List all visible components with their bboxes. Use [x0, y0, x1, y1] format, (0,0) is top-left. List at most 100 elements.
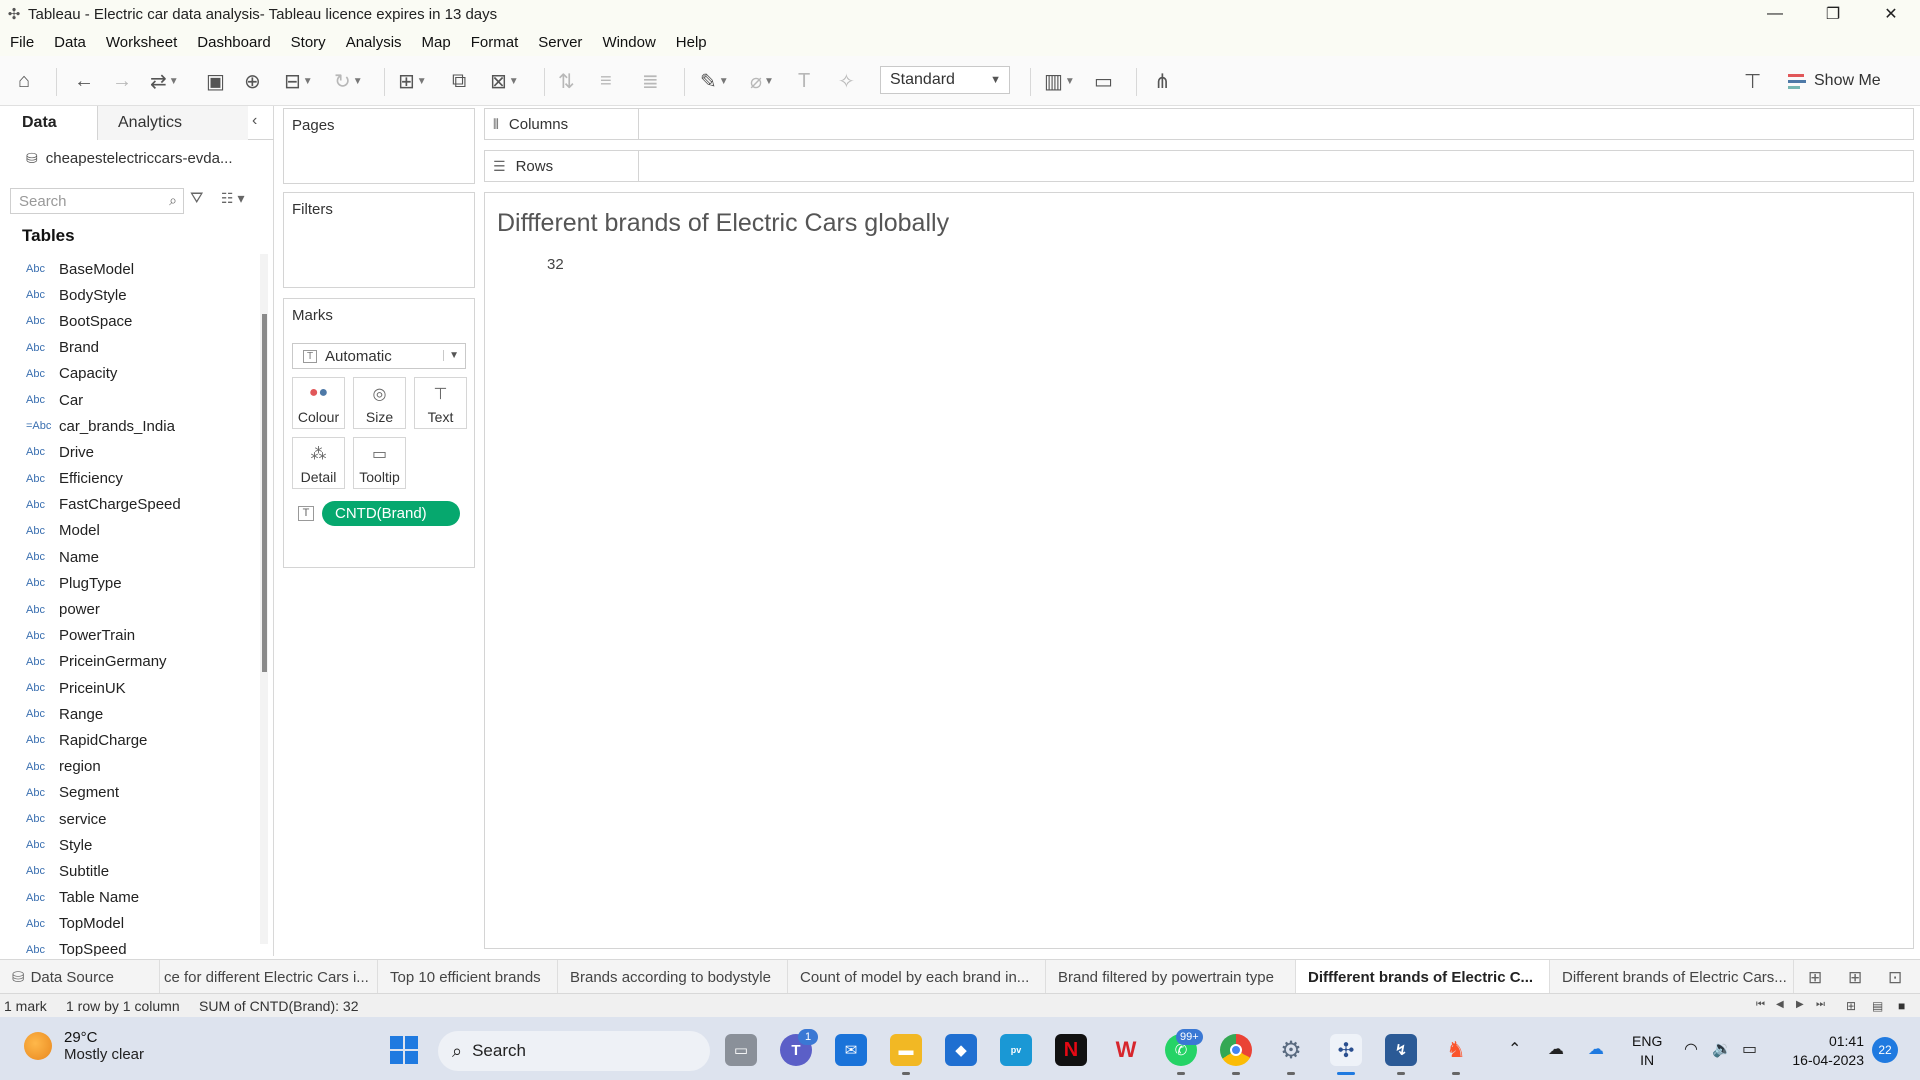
first-sheet-icon[interactable]: ⏮ — [1756, 999, 1765, 1010]
field-item[interactable]: Abc PriceinUK — [0, 675, 256, 701]
sheet-tab[interactable]: Different brands of Electric Cars... — [1550, 960, 1794, 994]
field-item[interactable]: Abc PlugType — [0, 570, 256, 596]
field-item[interactable]: Abc BodyStyle — [0, 282, 256, 308]
home-icon[interactable]: ⌂ — [18, 68, 30, 94]
sheet-title[interactable]: Diffferent brands of Electric Cars globa… — [497, 209, 949, 238]
field-item[interactable]: Abc Subtitle — [0, 858, 256, 884]
run-update-icon[interactable]: ↻ ▼ — [334, 68, 363, 94]
cloud-sync-icon[interactable]: ☁ — [1548, 1039, 1564, 1059]
file-explorer-icon[interactable]: ▬ — [890, 1034, 922, 1066]
field-item[interactable]: Abc BaseModel — [0, 256, 256, 282]
show-me-button[interactable]: Show Me — [1788, 68, 1881, 94]
new-data-source-icon[interactable]: ⊕ — [244, 68, 261, 94]
sheet-tab[interactable]: Brands according to bodystyle — [558, 960, 788, 994]
prime-video-icon[interactable]: pv — [1000, 1034, 1032, 1066]
netflix-icon[interactable]: N — [1055, 1034, 1087, 1066]
undo-icon[interactable]: ← — [74, 68, 94, 94]
menu-worksheet[interactable]: Worksheet — [106, 34, 177, 51]
mark-type-dropdown[interactable]: T Automatic ▼ — [292, 343, 466, 369]
taskbar-search[interactable]: ⌕ Search — [438, 1031, 710, 1071]
pages-card[interactable]: Pages — [283, 108, 475, 184]
field-item[interactable]: Abc Table Name — [0, 885, 256, 911]
show-mark-labels-icon[interactable]: T — [798, 68, 810, 94]
pause-updates-icon[interactable]: ⊟ ▼ — [284, 68, 313, 94]
field-item[interactable]: Abc Drive — [0, 439, 256, 465]
show-tabs-icon[interactable]: ⊞ — [1846, 999, 1856, 1013]
menu-help[interactable]: Help — [676, 34, 707, 51]
field-item[interactable]: Abc Range — [0, 701, 256, 727]
fit-dropdown[interactable]: Standard ▼ — [880, 66, 1010, 94]
columns-shelf[interactable]: ⫴ Columns — [484, 108, 1914, 140]
field-item[interactable]: Abc power — [0, 596, 256, 622]
minimize-button[interactable]: — — [1746, 0, 1804, 28]
new-worksheet-icon[interactable]: ⊞ ▼ — [398, 68, 427, 94]
field-item[interactable]: Abc service — [0, 806, 256, 832]
data-source-item[interactable]: ⛁ cheapestelectriccars-evda... — [26, 150, 233, 167]
sheet-tab[interactable]: Top 10 efficient brands — [378, 960, 558, 994]
share-icon[interactable]: ⋔ — [1154, 68, 1171, 94]
tableau-prep-icon[interactable]: ↯ — [1385, 1034, 1417, 1066]
start-button[interactable] — [390, 1036, 418, 1064]
field-item[interactable]: Abc TopSpeed — [0, 937, 256, 956]
rows-shelf[interactable]: ☰ Rows — [484, 150, 1914, 182]
fix-axes-icon[interactable]: ✧ — [838, 68, 855, 94]
worksheet-view[interactable]: Diffferent brands of Electric Cars globa… — [484, 192, 1914, 949]
field-item[interactable]: Abc region — [0, 754, 256, 780]
clock[interactable]: 01:41 16-04-2023 — [1784, 1032, 1864, 1070]
show-cards-icon[interactable]: ▥ ▼ — [1044, 68, 1075, 94]
tab-data[interactable]: Data — [0, 106, 98, 140]
next-sheet-icon[interactable]: ▶ — [1796, 999, 1804, 1010]
menu-story[interactable]: Story — [291, 34, 326, 51]
text-button[interactable]: ⊤ Text — [414, 377, 467, 429]
field-search-input[interactable]: Search ⌕ — [10, 188, 184, 214]
new-story-icon[interactable]: ⊡ — [1888, 968, 1902, 988]
mail-icon[interactable]: ✉ — [835, 1034, 867, 1066]
battery-icon[interactable]: ▭ — [1742, 1039, 1757, 1059]
menu-window[interactable]: Window — [602, 34, 655, 51]
field-item[interactable]: Abc Model — [0, 518, 256, 544]
size-button[interactable]: ◎ Size — [353, 377, 406, 429]
text-mark-value[interactable]: 32 — [547, 256, 564, 273]
field-item[interactable]: Abc Brand — [0, 335, 256, 361]
sheet-sorter-icon[interactable]: ■ — [1898, 999, 1905, 1013]
show-hidden-icons-chevron[interactable]: ⌃ — [1508, 1039, 1521, 1059]
restore-button[interactable]: ❐ — [1804, 0, 1862, 28]
brave-browser-icon[interactable]: ♞ — [1440, 1034, 1472, 1066]
field-item[interactable]: =Abc car_brands_India — [0, 413, 256, 439]
field-item[interactable]: Abc Capacity — [0, 361, 256, 387]
wps-office-icon[interactable]: W — [1110, 1034, 1142, 1066]
field-item[interactable]: Abc TopModel — [0, 911, 256, 937]
field-item[interactable]: Abc FastChargeSpeed — [0, 492, 256, 518]
redo-icon[interactable]: → — [112, 68, 132, 94]
tableau-taskbar-icon[interactable]: ✣ — [1330, 1034, 1362, 1066]
language-indicator[interactable]: ENG IN — [1632, 1032, 1662, 1070]
field-item[interactable]: Abc Segment — [0, 780, 256, 806]
replace-data-source-icon[interactable]: ⇄ ▼ — [150, 68, 179, 94]
menu-map[interactable]: Map — [422, 34, 451, 51]
group-members-icon[interactable]: ⌀ ▼ — [750, 68, 774, 94]
menu-analysis[interactable]: Analysis — [346, 34, 402, 51]
weather-widget[interactable]: 29°C Mostly clear — [24, 1029, 144, 1063]
save-icon[interactable]: ▣ — [206, 68, 225, 94]
sheet-tab[interactable]: ce for different Electric Cars i... — [160, 960, 378, 994]
filter-icon[interactable]: ⛛ — [190, 190, 203, 208]
last-sheet-icon[interactable]: ⏭ — [1816, 999, 1825, 1010]
chrome-icon[interactable] — [1220, 1034, 1252, 1066]
close-button[interactable]: ✕ — [1862, 0, 1920, 28]
notification-badge[interactable]: 22 — [1872, 1037, 1898, 1063]
swap-rows-columns-icon[interactable]: ⇅ — [558, 68, 575, 94]
view-options-icon[interactable]: ☷ ▾ — [221, 190, 244, 207]
filters-card[interactable]: Filters — [283, 192, 475, 288]
field-item[interactable]: Abc Name — [0, 544, 256, 570]
tab-analytics[interactable]: Analytics — [98, 106, 248, 140]
onedrive-icon[interactable]: ☁ — [1588, 1039, 1604, 1059]
volume-icon[interactable]: 🔉 — [1712, 1039, 1732, 1059]
field-item[interactable]: Abc BootSpace — [0, 308, 256, 334]
sort-ascending-icon[interactable]: ≡ — [600, 68, 612, 94]
detail-button[interactable]: ⁂ Detail — [292, 437, 345, 489]
field-item[interactable]: Abc Efficiency — [0, 466, 256, 492]
clear-sheet-icon[interactable]: ⊠ ▼ — [490, 68, 519, 94]
settings-gear-icon[interactable]: ⚙ — [1275, 1034, 1307, 1066]
menu-file[interactable]: File — [10, 34, 34, 51]
field-item[interactable]: Abc RapidCharge — [0, 727, 256, 753]
